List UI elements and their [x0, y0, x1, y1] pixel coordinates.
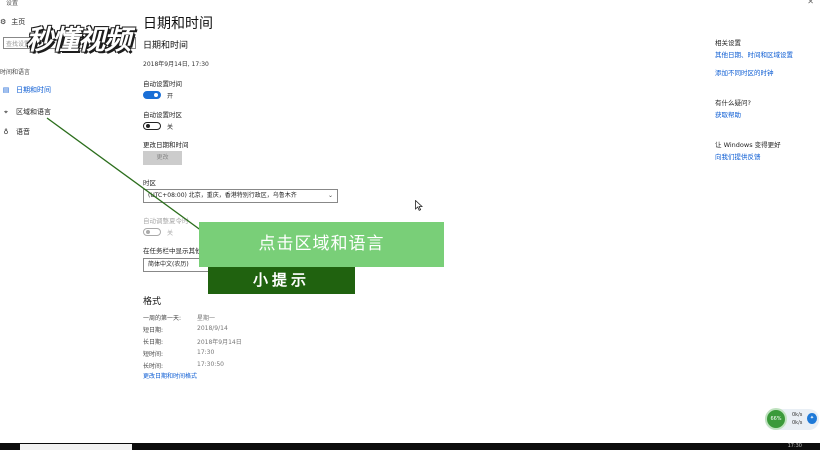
- instruction-banner: 点击区域和语言: [199, 222, 444, 267]
- taskbar-search-box[interactable]: [20, 444, 132, 450]
- upload-speed: 0k/s: [792, 412, 803, 418]
- tray-bird-icon: ✦: [807, 413, 817, 424]
- taskbar-clock[interactable]: 17:30: [788, 443, 802, 449]
- network-speed-widget[interactable]: 66% 0k/s 0k/s ✦: [765, 408, 819, 430]
- tip-banner: 小提示: [208, 267, 355, 294]
- widget-percent: 66%: [765, 408, 787, 430]
- download-speed: 0k/s: [792, 420, 803, 426]
